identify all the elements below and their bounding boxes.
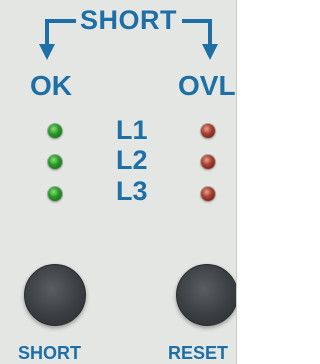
short-button-label: SHORT bbox=[18, 343, 81, 363]
short-test-panel: SHORT OK OVL L1 L2 L3 SHORT RESET bbox=[0, 0, 237, 364]
arrow-down-left-icon bbox=[39, 19, 76, 60]
led-ok-l3 bbox=[48, 187, 62, 201]
line-label-l3: L3 bbox=[116, 176, 148, 206]
led-ok-l2 bbox=[48, 155, 62, 169]
line-label-l2: L2 bbox=[116, 145, 148, 175]
reset-button-label: RESET bbox=[168, 343, 229, 363]
led-ok-l1 bbox=[48, 124, 62, 138]
arrow-down-right-icon bbox=[182, 19, 218, 60]
reset-button[interactable] bbox=[176, 264, 236, 326]
led-ovl-l2 bbox=[201, 155, 215, 169]
ovl-label: OVL bbox=[178, 70, 236, 101]
line-label-l1: L1 bbox=[116, 115, 148, 145]
short-button[interactable] bbox=[24, 264, 86, 326]
led-ovl-l1 bbox=[201, 124, 215, 138]
ok-label: OK bbox=[30, 70, 72, 101]
short-title: SHORT bbox=[80, 5, 177, 35]
led-ovl-l3 bbox=[201, 187, 215, 201]
